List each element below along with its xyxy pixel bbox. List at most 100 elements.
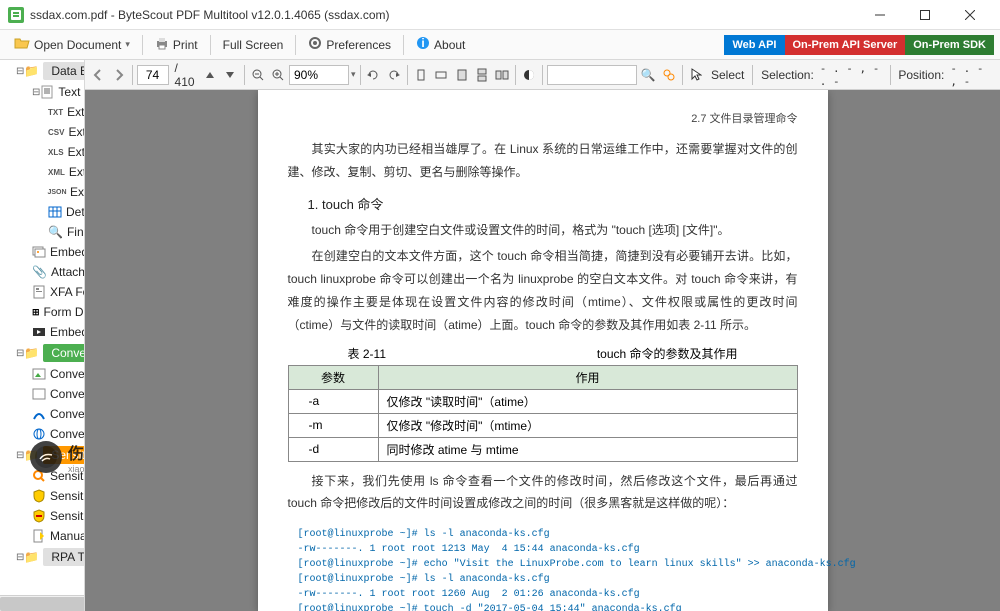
text-icon xyxy=(40,84,54,100)
tree-data-extraction[interactable]: ⊟📁Data Extraction xyxy=(0,60,84,82)
sidebar-scrollbar-h[interactable] xyxy=(0,595,84,611)
tree-label: Convert to multipage TIFF xyxy=(50,387,85,401)
menubar: Open Document ▾ Print Full Screen Prefer… xyxy=(0,30,1000,60)
tree-sd-detector[interactable]: Sensitive Data Detector xyxy=(0,486,84,506)
collapse-icon: ⊟ xyxy=(16,348,24,359)
tree-find-text[interactable]: 🔍 Find text xyxy=(0,222,84,242)
onprem-api-badge[interactable]: On-Prem API Server xyxy=(785,35,906,55)
tree-rpa-tools[interactable]: ⊟📁RPA Tools xyxy=(0,546,84,568)
page-down-button[interactable] xyxy=(221,63,239,87)
tree-conv-tiff[interactable]: Convert to multipage TIFF xyxy=(0,384,84,404)
fullscreen-label: Full Screen xyxy=(223,38,284,52)
tree-conv-bitmap[interactable]: Convert to bitmap (PNG, JPEG, ...) xyxy=(0,364,84,384)
txt-icon: TXT xyxy=(48,104,63,120)
search-input[interactable] xyxy=(547,65,637,85)
image-icon xyxy=(32,366,46,382)
onprem-sdk-badge[interactable]: On-Prem SDK xyxy=(905,35,994,55)
tree-label: RPA Tools xyxy=(43,548,85,566)
web-api-badge[interactable]: Web API xyxy=(724,35,784,55)
tree-extract-csv[interactable]: CSVExtract as CSV xyxy=(0,122,84,142)
tree-attachments[interactable]: 📎Attachments xyxy=(0,262,84,282)
collapse-icon: ⊟ xyxy=(16,552,24,563)
doc-para: 接下来，我们先使用 ls 命令查看一个文件的修改时间，然后修改这个文件，最后再通… xyxy=(288,470,798,516)
tree-conversion[interactable]: ⊟📁Conversion xyxy=(0,342,84,364)
doc-para: 在创建空白的文本文件方面，这个 touch 命令相当简捷，简捷到没有必要铺开去讲… xyxy=(288,245,798,336)
content-area: / 410 ▾ 🔍 Select xyxy=(85,60,1000,611)
zoom-in-button[interactable] xyxy=(269,63,287,87)
find-all-button[interactable] xyxy=(660,63,678,87)
select-tool-button[interactable] xyxy=(687,63,705,87)
fullscreen-menu[interactable]: Full Screen xyxy=(215,34,292,56)
page-input[interactable] xyxy=(137,65,169,85)
continuous-button[interactable] xyxy=(473,63,491,87)
tree-label: Extract as TXT xyxy=(67,105,85,119)
tree-extract-xml[interactable]: XMLExtract as XML xyxy=(0,162,84,182)
tree-xfa-form[interactable]: XFA Form xyxy=(0,282,84,302)
zoom-out-button[interactable] xyxy=(248,63,266,87)
binoculars-icon: 🔍 xyxy=(48,224,63,240)
printer-icon xyxy=(155,36,169,53)
tree-detect-tables[interactable]: Detect tables xyxy=(0,202,84,222)
doc-intro: 其实大家的内功已经相当雄厚了。在 Linux 系统的日常运维工作中，还需要掌握对… xyxy=(288,138,798,184)
tree-label: Embedded images xyxy=(50,245,85,259)
about-menu[interactable]: i About xyxy=(408,32,473,57)
gear-icon xyxy=(308,36,322,53)
tree-label: Convert to vector image (EMF) xyxy=(50,407,85,421)
shield-remove-icon xyxy=(32,508,46,524)
select-label: Select xyxy=(707,68,748,82)
page-up-button[interactable] xyxy=(201,63,219,87)
scrollbar-thumb[interactable] xyxy=(0,597,85,611)
preferences-menu[interactable]: Preferences xyxy=(300,32,399,57)
tree-text-and-data[interactable]: ⊟Text and data xyxy=(0,82,84,102)
nav-back-button[interactable] xyxy=(89,63,107,87)
info-icon: i xyxy=(416,36,430,53)
folder-icon: 📁 xyxy=(24,549,39,565)
two-page-button[interactable] xyxy=(493,63,511,87)
tree-conv-vector[interactable]: Convert to vector image (EMF) xyxy=(0,404,84,424)
fit-width-button[interactable] xyxy=(432,63,450,87)
tree-sd-analyzer[interactable]: Sensitive Data Analyzer xyxy=(0,466,84,486)
close-button[interactable] xyxy=(947,1,992,29)
pdf-viewport[interactable]: 2.7 文件目录管理命令 其实大家的内功已经相当雄厚了。在 Linux 系统的日… xyxy=(85,90,1000,611)
position-label: Position: xyxy=(894,68,948,82)
zoom-select[interactable] xyxy=(289,65,349,85)
form-icon xyxy=(32,284,46,300)
tree-extract-xls[interactable]: XLSExtract as XLS(X) xyxy=(0,142,84,162)
color-button[interactable] xyxy=(520,63,538,87)
tree-label: Manual Editor xyxy=(50,529,85,543)
tree-extract-txt[interactable]: TXT Extract as TXT xyxy=(0,102,84,122)
shield-icon xyxy=(32,488,46,504)
chevron-down-icon: ▾ xyxy=(125,39,130,50)
tree-form-xfdf[interactable]: ⊞Form Data as XFDF xyxy=(0,302,84,322)
single-page-button[interactable] xyxy=(452,63,470,87)
minimize-button[interactable] xyxy=(857,1,902,29)
open-document-menu[interactable]: Open Document ▾ xyxy=(6,32,138,57)
tree-extract-json[interactable]: JSONExtract as JSON xyxy=(0,182,84,202)
rotate-left-button[interactable] xyxy=(364,63,382,87)
images-icon xyxy=(32,244,46,260)
maximize-button[interactable] xyxy=(902,1,947,29)
paperclip-icon: 📎 xyxy=(32,264,47,280)
tree-embedded-images[interactable]: Embedded images xyxy=(0,242,84,262)
preferences-label: Preferences xyxy=(326,38,391,52)
tree-sd-remover[interactable]: Sensitive Data Remover xyxy=(0,506,84,526)
rotate-right-button[interactable] xyxy=(385,63,403,87)
xml-icon: XML xyxy=(48,164,65,180)
search-button[interactable]: 🔍 xyxy=(639,63,657,87)
table-header: 作用 xyxy=(378,365,797,389)
tree-sensitive-suite[interactable]: ⊟📁Sensitive Data Suite xyxy=(0,444,84,466)
tree-label: Sensitive Data Detector xyxy=(50,489,85,503)
section-title: 1. touch 命令 xyxy=(308,194,798,213)
page-total: / 410 xyxy=(171,61,199,89)
print-menu[interactable]: Print xyxy=(147,32,206,57)
fit-page-button[interactable] xyxy=(412,63,430,87)
table-row: -d同时修改 atime 与 mtime xyxy=(288,437,797,461)
tree-embedded-mm[interactable]: Embedded multimedia xyxy=(0,322,84,342)
tree-conv-html[interactable]: Convert to HTML xyxy=(0,424,84,444)
tree-label: Data Extraction xyxy=(43,62,85,80)
tree-manual-editor[interactable]: Manual Editor xyxy=(0,526,84,546)
nav-forward-button[interactable] xyxy=(109,63,127,87)
svg-text:i: i xyxy=(421,36,424,50)
tree-label: Find text xyxy=(67,225,85,239)
separator xyxy=(403,35,404,55)
